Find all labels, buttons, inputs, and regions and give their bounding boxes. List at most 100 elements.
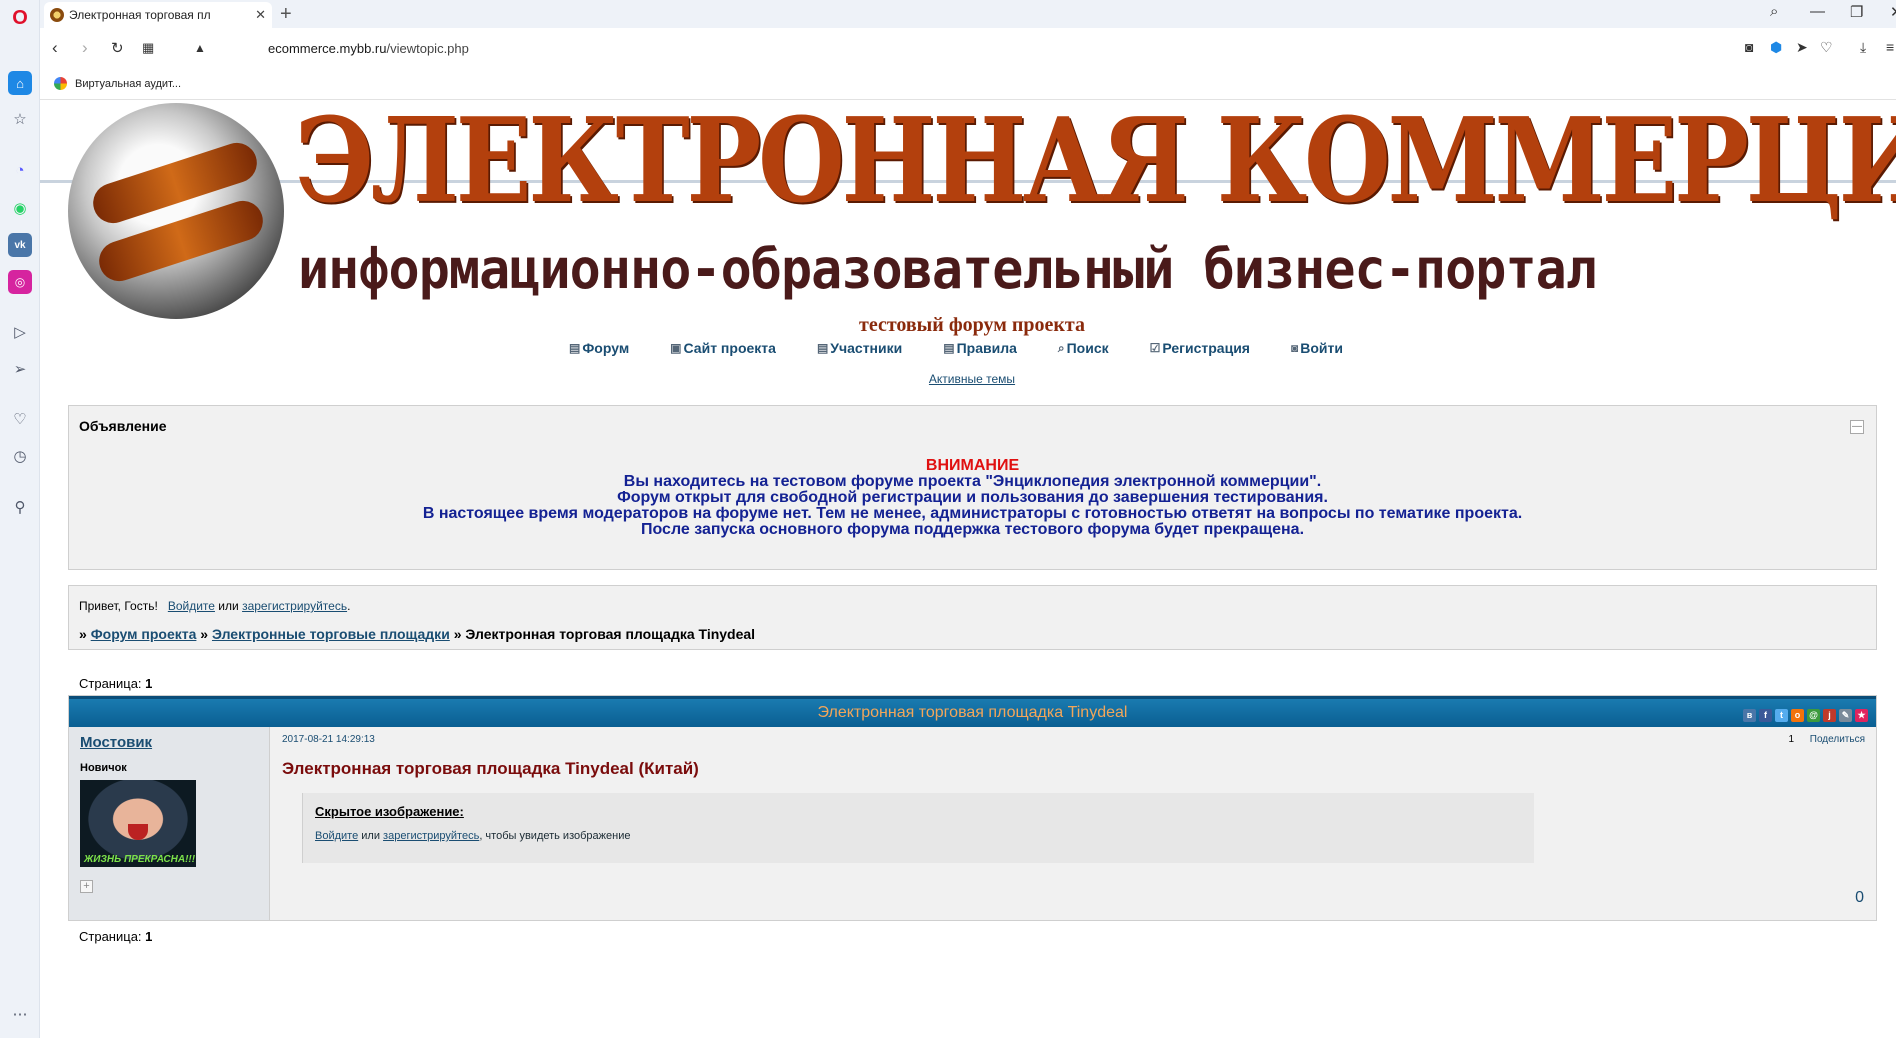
pager-current: 1 <box>145 929 153 944</box>
history-icon[interactable]: ◷ <box>8 444 32 468</box>
send-page-icon[interactable]: ➤ <box>1796 39 1808 56</box>
reload-icon[interactable]: ↻ <box>111 39 124 57</box>
forum-subtitle: тестовый форум проекта <box>859 314 1085 336</box>
nav-forum-label: Форум <box>582 340 630 356</box>
avatar-caption: ЖИЗНЬ ПРЕКРАСНА!!! <box>84 854 196 865</box>
hidden-register-link[interactable]: зарегистрируйтесь <box>383 830 479 842</box>
vk-icon[interactable]: vk <box>8 233 32 257</box>
security-warning-icon[interactable]: ▲ <box>194 41 206 55</box>
bookmark-favicon-icon <box>54 77 67 90</box>
bookmark-share-icon[interactable]: ★ <box>1855 709 1868 722</box>
register-icon: ☑ <box>1149 341 1161 355</box>
announcement-line: В настоящее время модераторов на форуме … <box>422 505 1523 522</box>
bookmark-heart-icon[interactable]: ♡ <box>1820 39 1833 56</box>
liveinternet-share-icon[interactable]: ✎ <box>1839 709 1852 722</box>
twitter-share-icon[interactable]: t <box>1775 709 1788 722</box>
site-icon: ▣ <box>670 341 682 355</box>
announcement-warning: ВНИМАНИЕ <box>925 457 1020 474</box>
login-link[interactable]: Войдите <box>168 599 215 613</box>
nav-register[interactable]: ☑ Регистрация <box>1150 340 1250 356</box>
hidden-image-title: Скрытое изображение: <box>315 804 464 819</box>
opera-logo-icon[interactable]: O <box>8 6 32 30</box>
pager-label: Страница: <box>79 676 142 691</box>
members-icon: ▤ <box>816 341 829 355</box>
tab-bar: Электронная торговая пл ✕ + ⌕ — ❐ ✕ <box>40 0 1896 28</box>
minimize-icon[interactable]: — <box>1810 3 1825 20</box>
breadcrumb-forum-link[interactable]: Форум проекта <box>91 626 197 642</box>
back-icon[interactable]: ‹ <box>52 38 58 58</box>
post-author-column: Мостовик Новичок ЖИЗНЬ ПРЕКРАСНА!!! + <box>69 727 270 920</box>
nav-login[interactable]: ◙ Войти <box>1291 340 1343 356</box>
search-icon: ⌕ <box>1057 340 1065 355</box>
url-field[interactable]: ecommerce.mybb.ru/viewtopic.php <box>268 41 469 56</box>
menu-icon[interactable]: ≡ <box>1886 39 1894 55</box>
hidden-image-box: Скрытое изображение: Войдите или зарегис… <box>302 793 1534 863</box>
instagram-icon[interactable]: ◎ <box>8 270 32 294</box>
close-tab-icon[interactable]: ✕ <box>255 7 266 23</box>
forward-icon[interactable]: › <box>82 38 88 58</box>
search-tabs-icon[interactable]: ⌕ <box>1770 3 1778 20</box>
nav-search[interactable]: ⌕ Поиск <box>1058 340 1109 356</box>
nav-project-site[interactable]: ▣ Сайт проекта <box>670 340 776 356</box>
download-icon[interactable]: ⤓ <box>1860 39 1866 56</box>
post-share-link[interactable]: Поделиться <box>1810 734 1865 745</box>
nav-rules[interactable]: ▤ Правила <box>943 340 1017 356</box>
forum-page: ЭЛЕКТРОННАЯ КОММЕРЦИЯ информационно-обра… <box>40 100 1896 1038</box>
vpn-shield-icon[interactable]: ⬢ <box>1770 39 1782 56</box>
post-title: Электронная торговая площадка Tinydeal (… <box>282 759 699 778</box>
whatsapp-icon[interactable]: ◉ <box>8 196 32 220</box>
like-count[interactable]: 0 <box>1855 889 1864 907</box>
odnoklassniki-share-icon[interactable]: о <box>1791 709 1804 722</box>
close-window-icon[interactable]: ✕ <box>1890 3 1896 21</box>
heart-icon[interactable]: ♡ <box>8 407 32 431</box>
greeting-or: или <box>218 599 239 613</box>
send-icon[interactable]: ➢ <box>8 357 32 381</box>
browser-tab[interactable]: Электронная торговая пл ✕ <box>44 2 272 28</box>
pagination-top: Страница: 1 <box>68 676 152 691</box>
new-tab-icon[interactable]: + <box>280 3 292 26</box>
post-number: 1 <box>1788 734 1794 745</box>
snapshot-icon[interactable]: ◙ <box>1745 39 1753 55</box>
greeting-line: Привет, Гость! Войдите или зарегистрируй… <box>79 599 350 613</box>
greeting-prefix: Привет, Гость! <box>79 599 158 613</box>
breadcrumb-current: Электронная торговая площадка Tinydeal <box>465 626 756 642</box>
nav-members[interactable]: ▤ Участники <box>817 340 902 356</box>
speed-dial-icon[interactable]: ⌂ <box>8 71 32 95</box>
announcement-line: Форум открыт для свободной регистрации и… <box>617 489 1328 506</box>
hidden-login-link[interactable]: Войдите <box>315 830 358 842</box>
breadcrumb: » Форум проекта » Электронные торговые п… <box>79 626 755 642</box>
mailru-share-icon[interactable]: @ <box>1807 709 1820 722</box>
restore-icon[interactable]: ❐ <box>1850 3 1863 21</box>
breadcrumb-category-link[interactable]: Электронные торговые площадки <box>212 626 450 642</box>
banner-title: ЭЛЕКТРОННАЯ КОММЕРЦИЯ <box>295 100 1896 229</box>
bookmark-item[interactable]: Виртуальная аудит... <box>54 77 181 90</box>
browser-sidebar: O ⌂ ☆ ◔ ◉ vk ◎ ▷ ➢ ♡ ◷ ⚲ ⋯ <box>0 0 40 1038</box>
author-name[interactable]: Мостовик <box>80 734 152 751</box>
hidden-or: или <box>361 830 380 842</box>
player-icon[interactable]: ▷ <box>8 320 32 344</box>
messenger-icon[interactable]: ◔ <box>8 158 32 182</box>
avatar: ЖИЗНЬ ПРЕКРАСНА!!! <box>80 780 196 867</box>
tabs-grid-icon[interactable]: ▦ <box>142 40 154 56</box>
post-date[interactable]: 2017-08-21 14:29:13 <box>282 734 375 745</box>
lightbulb-icon[interactable]: ⚲ <box>8 495 32 519</box>
livejournal-share-icon[interactable]: j <box>1823 709 1836 722</box>
bookmarks-icon[interactable]: ☆ <box>8 107 32 131</box>
author-rank: Новичок <box>80 762 127 774</box>
nav-search-label: Поиск <box>1066 340 1109 356</box>
topic-title: Электронная торговая площадка Tinydeal <box>817 704 1128 721</box>
breadcrumb-separator: » <box>79 626 87 642</box>
nav-rules-label: Правила <box>956 340 1017 356</box>
site-logo[interactable] <box>68 103 284 319</box>
collapse-icon[interactable]: — <box>1850 420 1864 434</box>
nav-forum[interactable]: ▤ Форум <box>569 340 629 356</box>
vk-share-icon[interactable]: в <box>1743 709 1756 722</box>
more-icon[interactable]: ⋯ <box>8 1002 32 1026</box>
register-link[interactable]: зарегистрируйтесь <box>242 599 347 613</box>
address-bar: ‹ › ↻ ▦ ▲ ecommerce.mybb.ru/viewtopic.ph… <box>40 28 1896 70</box>
active-topics-link[interactable]: Активные темы <box>40 372 1896 386</box>
expand-profile-icon[interactable]: + <box>80 880 93 893</box>
nav-register-label: Регистрация <box>1162 340 1250 356</box>
facebook-share-icon[interactable]: f <box>1759 709 1772 722</box>
pager-label: Страница: <box>79 929 142 944</box>
